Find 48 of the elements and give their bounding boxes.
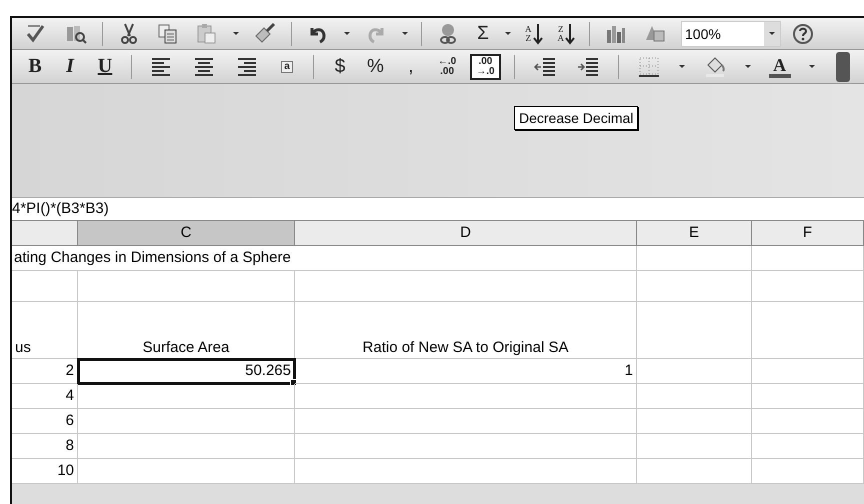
dropdown-button[interactable] (764, 22, 780, 46)
brush-icon (253, 22, 277, 46)
caret-icon[interactable] (744, 65, 751, 68)
caret-icon[interactable] (678, 65, 685, 68)
table-cell: Surface Area (78, 302, 295, 359)
tooltip: Decrease Decimal (514, 106, 638, 130)
border-grid-icon (636, 54, 661, 78)
table-cell (12, 271, 78, 302)
table-cell: 2 (12, 359, 78, 384)
down-arrow-icon (565, 22, 575, 46)
column-header[interactable]: D (295, 221, 637, 246)
underline-button[interactable]: U (92, 54, 118, 80)
table-cell: Ratio of New SA to Original SA (295, 302, 637, 359)
column-header[interactable]: F (752, 221, 864, 246)
decimal-button[interactable]: ←.0 .00 (432, 54, 462, 80)
table-cell: 50.265 (78, 359, 295, 384)
number-format-button[interactable]: , (398, 54, 424, 80)
decimal-button[interactable]: .00 →.0 (470, 54, 501, 80)
sort-button[interactable]: Z A (552, 20, 580, 46)
caret-icon[interactable] (505, 32, 511, 35)
italic-button[interactable]: I (57, 54, 83, 80)
font-color-button[interactable]: A (764, 54, 796, 80)
table-cell: 6 (12, 409, 78, 434)
merge-center-button[interactable]: a (274, 54, 300, 80)
caret-icon[interactable] (402, 32, 408, 35)
formula-bar[interactable]: 4*PI()*(B3*B3) (12, 197, 864, 221)
table-cell: 8 (12, 434, 78, 459)
table-cell: 1 (295, 359, 637, 384)
caret-icon[interactable] (344, 32, 350, 35)
bold-button[interactable]: B (22, 54, 48, 80)
autosum-button[interactable]: Σ (470, 20, 496, 46)
column-header[interactable] (12, 221, 78, 246)
table-cell: ating Changes in Dimensions of a Sphere (12, 246, 637, 271)
toolbar-options-button[interactable] (836, 52, 850, 82)
sort-button[interactable]: A Z (520, 20, 548, 46)
fill-handle[interactable] (290, 379, 297, 386)
zoom-field[interactable]: 100% (681, 20, 781, 46)
column-header[interactable]: E (637, 221, 752, 246)
table-cell: us (12, 302, 78, 359)
question-icon (791, 22, 815, 46)
number-format-button[interactable]: $ (327, 54, 353, 80)
caret-icon[interactable] (808, 65, 815, 68)
table-cell: 4 (12, 384, 78, 409)
down-arrow-icon (532, 22, 542, 46)
caret-icon[interactable] (233, 32, 239, 35)
table-cell: 10 (12, 459, 78, 484)
number-format-button[interactable]: % (362, 54, 389, 80)
column-header[interactable]: C (78, 221, 295, 246)
